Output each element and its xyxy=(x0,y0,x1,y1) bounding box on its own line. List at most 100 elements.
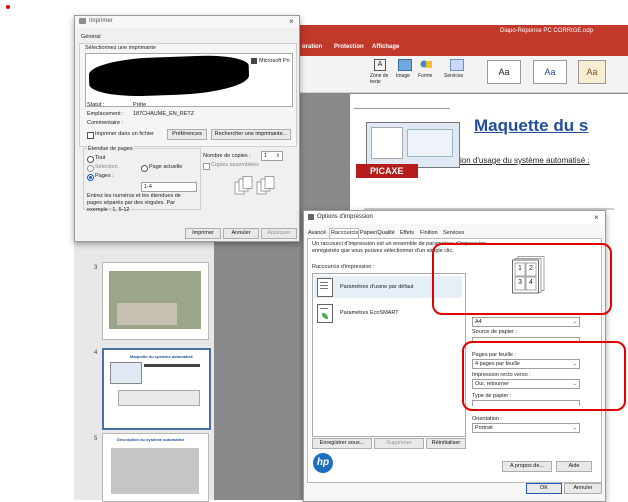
ok-button[interactable]: OK xyxy=(526,483,562,494)
ribbon-image-label: Image xyxy=(396,73,410,79)
print-to-file-checkbox[interactable] xyxy=(87,132,94,139)
highlight-preview-box xyxy=(432,243,612,315)
hp-logo-text: hp xyxy=(316,457,330,468)
paper-size-select[interactable]: A4 ⌄ xyxy=(472,317,580,327)
orientation-select[interactable]: Portrait ⌄ xyxy=(472,423,580,433)
slide-screenshot xyxy=(366,122,460,168)
cancel-button[interactable]: Annuler xyxy=(223,228,259,239)
presentation-title: Diapo-Réponse PC CORRIGE.odp xyxy=(500,28,594,34)
radio-selection[interactable] xyxy=(87,165,94,172)
leaf-document-icon xyxy=(317,304,333,323)
shape-icon[interactable] xyxy=(420,59,432,69)
thumb-number: 4 xyxy=(94,350,98,356)
tab-raccourcis[interactable]: Raccourcis xyxy=(331,230,358,236)
radio-all-label: Tout xyxy=(95,155,106,161)
tab-services[interactable]: Services xyxy=(443,230,464,236)
cancel-button[interactable]: Annuler xyxy=(564,483,602,494)
preferences-button[interactable]: Préférences xyxy=(167,129,207,140)
options-dialog-title: Options d'impression xyxy=(317,214,373,220)
copies-spinner[interactable]: 1 ⇕ xyxy=(261,151,283,161)
save-as-button[interactable]: Enregistrer sous... xyxy=(312,438,372,449)
copies-value: 1 xyxy=(264,153,268,159)
radio-current-page-label: Page actuelle xyxy=(149,164,183,170)
location-label: Emplacement : xyxy=(87,111,124,117)
tab-papier-qualite[interactable]: Papier/Qualité xyxy=(360,230,395,236)
tab-finition[interactable]: Finition xyxy=(420,230,438,236)
help-button[interactable]: Aide xyxy=(556,461,592,472)
document-icon xyxy=(317,278,333,297)
delete-button[interactable]: Supprimer xyxy=(374,438,424,449)
slide-title: Maquette du s xyxy=(474,116,589,135)
printer-icon xyxy=(79,18,86,24)
hp-logo-icon: hp xyxy=(313,453,333,473)
presentation-ribbon: A Zone de texte Image Forme Services Aa … xyxy=(290,56,628,93)
slide-thumbnail[interactable]: Description du système automatisé xyxy=(102,433,209,502)
apply-button[interactable]: Appliquer xyxy=(261,228,297,239)
select-printer-label: Sélectionnez une imprimante xyxy=(85,45,156,51)
thumb-number: 3 xyxy=(94,265,98,271)
tab-general[interactable]: Général xyxy=(81,34,101,40)
collate-illustration-icon xyxy=(233,176,285,198)
thumb-title: Maquette du système automatisé xyxy=(130,354,193,359)
page-range-help: Entrez les numéros et les étendues de pa… xyxy=(87,193,181,213)
print-dialog: Imprimer × Général Sélectionnez une impr… xyxy=(74,15,300,242)
location-value: 187CHAUME_EN_RETZ xyxy=(133,111,195,117)
print-button[interactable]: Imprimer xyxy=(185,228,221,239)
services-icon[interactable] xyxy=(450,59,464,71)
printer-name[interactable]: Microsoft Pri xyxy=(259,58,290,64)
collate-checkbox[interactable] xyxy=(203,163,210,170)
thumb-title: Description du système automatisé xyxy=(117,437,185,442)
image-icon[interactable] xyxy=(398,59,412,71)
ribbon-textbox-label: Zone de texte xyxy=(370,73,389,85)
pages-input[interactable]: 1-4 xyxy=(141,182,197,192)
printer-icon-small xyxy=(251,58,257,64)
shortcuts-label: Raccourcis d'impression : xyxy=(312,264,375,270)
ribbon-shape-label: Forme xyxy=(418,73,433,79)
print-to-file-label: Imprimer dans un fichier xyxy=(95,131,154,137)
about-button[interactable]: A propos de... xyxy=(502,461,552,472)
ribbon-services-label: Services xyxy=(444,73,464,79)
slide-thumbnail[interactable]: Maquette du système automatisé xyxy=(102,348,211,430)
options-dialog-icon xyxy=(308,214,314,220)
theme-swatch-2[interactable]: Aa xyxy=(533,60,567,84)
print-dialog-title: Imprimer xyxy=(89,18,113,24)
thumb-number: 5 xyxy=(94,436,98,442)
status-value: Prête xyxy=(133,102,147,108)
shortcut-item-ecosmart-label[interactable]: Paramètres EcoSMART xyxy=(340,310,399,316)
menu-item[interactable]: oration xyxy=(302,44,322,50)
slide-thumbnail[interactable] xyxy=(102,262,209,340)
radio-current-page[interactable] xyxy=(141,165,148,172)
radio-pages[interactable] xyxy=(87,174,94,181)
find-printer-button[interactable]: Rechercher une imprimante... xyxy=(211,129,291,140)
highlight-settings-box xyxy=(462,341,626,411)
page-range-label: Étendue de pages xyxy=(87,146,134,152)
chevron-down-icon: ⌄ xyxy=(572,425,577,431)
close-icon[interactable]: × xyxy=(289,17,294,26)
spinner-arrows-icon: ⇕ xyxy=(275,153,280,159)
close-icon[interactable]: × xyxy=(594,213,599,222)
radio-selection-label: Sélection xyxy=(95,164,118,170)
copies-label: Nombre de copies : xyxy=(203,153,251,159)
shortcut-item-factory-label: Paramètres d'usine par défaut xyxy=(340,284,414,290)
presentation-titlebar: Diapo-Réponse PC CORRIGE.odp xyxy=(290,25,628,39)
options-dialog-titlebar: Options d'impression × xyxy=(304,211,605,224)
picaxe-logo: PICAXE xyxy=(356,164,418,178)
reset-button[interactable]: Réinitialiser xyxy=(426,438,466,449)
orientation-label: Orientation : xyxy=(472,416,502,422)
paper-source-label: Source de papier : xyxy=(472,329,517,335)
theme-swatch-3[interactable]: Aa xyxy=(578,60,606,84)
menu-protection[interactable]: Protection xyxy=(334,44,364,50)
textbox-icon[interactable]: A xyxy=(374,59,386,71)
print-dialog-titlebar: Imprimer × xyxy=(75,16,299,28)
theme-swatch-1[interactable]: Aa xyxy=(487,60,521,84)
status-label: Statut : xyxy=(87,102,105,108)
radio-all[interactable] xyxy=(87,156,94,163)
orientation-value: Portrait xyxy=(475,425,493,431)
slide-decor-line xyxy=(354,108,450,109)
menu-affichage[interactable]: Affichage xyxy=(372,44,399,50)
comment-label: Commentaire : xyxy=(87,120,124,126)
radio-pages-label: Pages : xyxy=(95,173,114,179)
tab-avance[interactable]: Avancé xyxy=(308,230,326,236)
tab-effets[interactable]: Effets xyxy=(400,230,414,236)
slide-subtitle: ion d'usage du système automatisé : xyxy=(460,156,590,165)
